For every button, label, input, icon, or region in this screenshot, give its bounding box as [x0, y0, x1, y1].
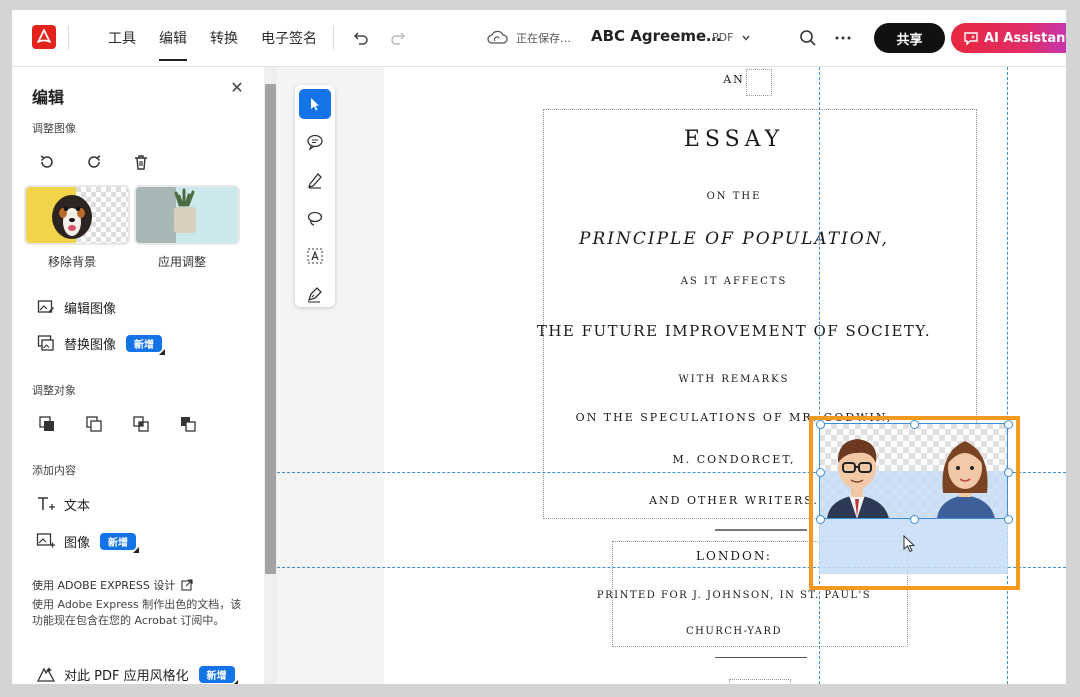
remove-background-thumbnail[interactable] — [24, 185, 130, 245]
rule-line — [715, 657, 807, 658]
redo-icon[interactable] — [388, 27, 410, 49]
edit-image-item[interactable]: 编辑图像 — [36, 297, 116, 317]
text-box-icon[interactable] — [299, 241, 331, 271]
divider — [68, 26, 69, 50]
doc-future[interactable]: THE FUTURE IMPROVEMENT OF SOCIETY. — [384, 322, 1066, 340]
remove-background-label[interactable]: 移除背景 — [48, 253, 96, 270]
new-badge: 新增 — [100, 532, 137, 550]
edit-image-label: 编辑图像 — [64, 301, 117, 317]
style-pdf-label: 对此 PDF 应用风格化 — [64, 668, 189, 684]
scrollbar-thumb[interactable] — [265, 84, 276, 574]
panel-title: 编辑 — [32, 88, 65, 107]
arrange-back-icon[interactable] — [177, 413, 199, 435]
adobe-express-heading[interactable]: 使用 ADOBE EXPRESS 设计 — [32, 577, 193, 593]
doc-title[interactable]: ESSAY — [384, 127, 1066, 152]
edit-panel: 编辑 ✕ 调整图像 移除背景 应用调整 编辑图像 替换图像 新增 调整对象 添加… — [12, 67, 264, 684]
app-window: 工具 编辑 转换 电子签名 正在保存… ABC Agreeme… PDF 共享 — [12, 10, 1066, 684]
arrange-front-icon[interactable] — [36, 413, 58, 435]
nav-convert[interactable]: 转换 — [210, 28, 238, 48]
text-block-frame[interactable] — [729, 679, 791, 684]
document-name[interactable]: ABC Agreeme… — [591, 27, 721, 45]
doc-printed-for[interactable]: PRINTED FOR J. JOHNSON, IN ST. PAUL'S — [384, 590, 1066, 601]
highlight-frame — [809, 416, 1020, 590]
style-icon — [36, 664, 56, 684]
add-text-item[interactable]: 文本 — [36, 494, 90, 514]
alignment-guide — [819, 67, 820, 684]
image-icon — [36, 531, 56, 551]
new-badge: 新增 — [198, 665, 235, 683]
apply-adjustments-label[interactable]: 应用调整 — [158, 253, 206, 270]
trash-icon[interactable] — [130, 151, 152, 173]
chevron-down-icon[interactable] — [739, 27, 753, 49]
comment-icon[interactable] — [299, 127, 331, 157]
share-button[interactable]: 共享 — [874, 23, 945, 53]
doc-principle[interactable]: PRINCIPLE OF POPULATION, — [384, 229, 1066, 249]
signature-pen-icon[interactable] — [299, 279, 331, 309]
section-adjust-object: 调整对象 — [32, 384, 76, 397]
text-label: 文本 — [64, 498, 91, 514]
new-badge: 新增 — [126, 334, 163, 352]
save-status: 正在保存… — [516, 32, 571, 45]
ai-assistant-button[interactable]: AI Assistant — [951, 23, 1066, 53]
express-heading-label: 使用 ADOBE EXPRESS 设计 — [32, 579, 176, 592]
search-icon[interactable] — [797, 27, 819, 49]
apply-adjustments-thumbnail[interactable] — [134, 185, 240, 245]
style-pdf-item[interactable]: 对此 PDF 应用风格化 新增 — [36, 664, 235, 684]
undo-icon[interactable] — [349, 27, 371, 49]
arrange-forward-icon[interactable] — [83, 413, 105, 435]
rotate-left-icon[interactable] — [36, 151, 58, 173]
section-adjust-image: 调整图像 — [32, 122, 76, 135]
nav-tools[interactable]: 工具 — [108, 28, 136, 48]
document-type: PDF — [712, 31, 734, 44]
close-icon[interactable]: ✕ — [230, 80, 244, 96]
doc-with-remarks[interactable]: WITH REMARKS — [384, 374, 1066, 385]
share-label: 共享 — [896, 32, 923, 48]
more-icon[interactable] — [832, 27, 854, 49]
divider — [333, 26, 334, 50]
acrobat-logo-icon[interactable] — [32, 25, 56, 49]
lasso-icon[interactable] — [299, 203, 331, 233]
arrange-backward-icon[interactable] — [130, 413, 152, 435]
express-description: 使用 Adobe Express 制作出色的文档，该功能现在包含在您的 Acro… — [32, 598, 242, 627]
mouse-cursor-icon — [903, 534, 917, 557]
doc-line-an[interactable]: AN — [384, 73, 1066, 86]
nav-esign[interactable]: 电子签名 — [261, 28, 317, 48]
rotate-right-icon[interactable] — [83, 151, 105, 173]
cloud-sync-icon — [484, 27, 510, 49]
select-arrow-icon[interactable] — [299, 89, 331, 119]
panel-scrollbar[interactable] — [264, 67, 277, 684]
rule-line — [715, 529, 807, 531]
image-label: 图像 — [64, 535, 91, 551]
pdf-page[interactable]: AN ESSAY ON THE PRINCIPLE OF POPULATION,… — [384, 67, 1066, 684]
replace-image-icon — [36, 333, 56, 353]
text-icon — [36, 494, 56, 514]
top-toolbar: 工具 编辑 转换 电子签名 正在保存… ABC Agreeme… PDF 共享 — [12, 10, 1066, 67]
chat-ai-icon — [963, 30, 979, 46]
doc-on-the[interactable]: ON THE — [384, 191, 1066, 202]
doc-as-it-affects[interactable]: AS IT AFFECTS — [384, 276, 1066, 287]
nav-edit[interactable]: 编辑 — [159, 28, 187, 61]
external-link-icon — [181, 579, 193, 591]
replace-image-item[interactable]: 替换图像 新增 — [36, 333, 163, 353]
section-add-content: 添加内容 — [32, 464, 76, 477]
replace-image-label: 替换图像 — [64, 337, 117, 353]
tool-rail — [295, 85, 335, 307]
highlight-pen-icon[interactable] — [299, 165, 331, 195]
document-canvas: AN ESSAY ON THE PRINCIPLE OF POPULATION,… — [277, 67, 1066, 684]
alignment-guide — [1007, 67, 1008, 684]
ai-assistant-label: AI Assistant — [984, 30, 1066, 46]
doc-churchyard[interactable]: CHURCH-YARD — [384, 626, 1066, 637]
add-image-item[interactable]: 图像 新增 — [36, 531, 137, 551]
edit-image-icon — [36, 297, 56, 317]
